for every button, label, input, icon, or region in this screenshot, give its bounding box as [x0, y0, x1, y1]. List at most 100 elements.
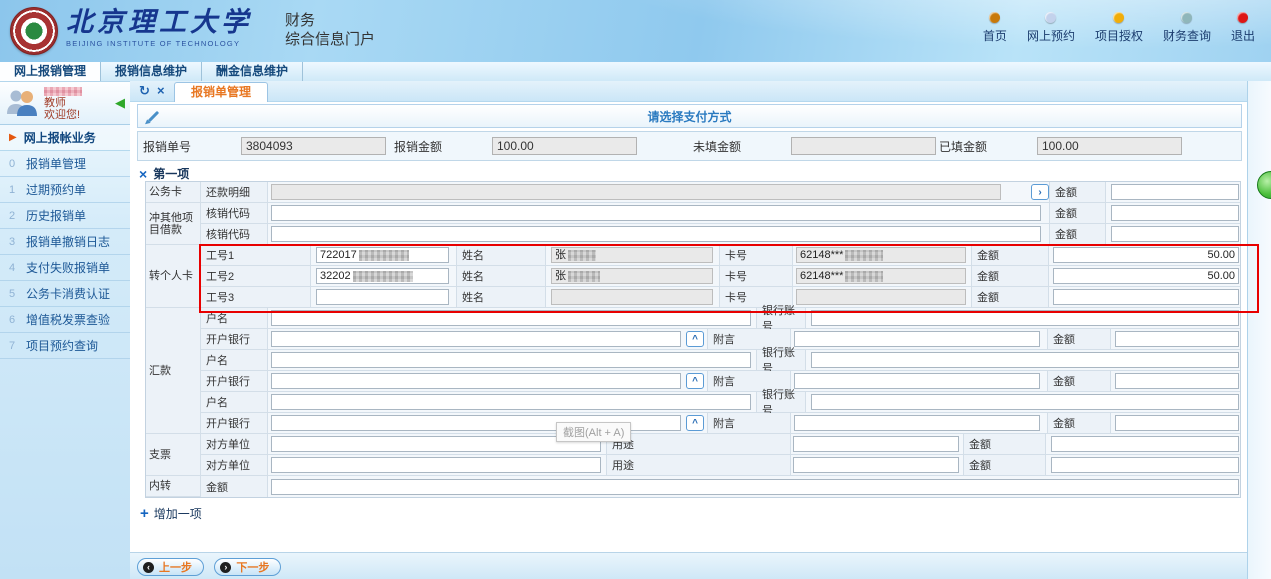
writeoff-code-input-1[interactable]: [271, 205, 1041, 221]
bank-picker-button-3[interactable]: ^: [686, 415, 704, 431]
sidebar: 教师 欢迎您! ◀ ▶ 网上报帐业务 0 报销单管理 1 过期预约单 2 历史报…: [0, 82, 131, 579]
bank-account-input-1[interactable]: [811, 310, 1239, 326]
account-name-input-2[interactable]: [271, 352, 751, 368]
sidebar-item-vat-invoice-check[interactable]: 6 增值税发票查验: [0, 307, 130, 333]
account-name-input-1[interactable]: [271, 310, 751, 326]
counterparty-input-1[interactable]: [271, 436, 601, 452]
plus-icon: +: [140, 507, 149, 521]
employee-name-2-field: 张: [551, 268, 713, 284]
bank-account-input-3[interactable]: [811, 394, 1239, 410]
form-row-repayment-detail: 还款明细 › 金额: [146, 182, 1240, 203]
refresh-icon[interactable]: ↻: [139, 84, 150, 98]
censored-text: [568, 250, 596, 261]
nav-online-booking[interactable]: 网上预约: [1027, 12, 1075, 44]
sidebar-item-reimbursement-mgmt[interactable]: 0 报销单管理: [0, 151, 130, 177]
name-label: 姓名: [456, 266, 546, 286]
form-row-cheque-2: 对方单位 用途 金额: [146, 455, 1240, 476]
transfer-amount-input-1[interactable]: [1053, 247, 1239, 263]
cheque-amount-input-2[interactable]: [1051, 457, 1239, 473]
previous-arrow-icon: ‹: [143, 562, 154, 573]
employee-id-3-field[interactable]: [316, 289, 449, 305]
censored-text: [353, 271, 413, 282]
app-window: 北京理工大学 BEIJING INSTITUTE OF TECHNOLOGY 财…: [0, 0, 1271, 579]
remit-amount-input-2[interactable]: [1115, 373, 1239, 389]
employee-id-1-field[interactable]: 722017: [316, 247, 449, 263]
amount-label: 金额: [1047, 329, 1111, 349]
bank-picker-button-1[interactable]: ^: [686, 331, 704, 347]
account-name-input-3[interactable]: [271, 394, 751, 410]
nav-project-auth[interactable]: 项目授权: [1095, 12, 1143, 44]
purpose-input-2[interactable]: [793, 457, 959, 473]
postscript-input-2[interactable]: [794, 373, 1040, 389]
tab-remuneration-info[interactable]: 酬金信息维护: [202, 62, 303, 81]
sidebar-item-cancel-log[interactable]: 3 报销单撤销日志: [0, 229, 130, 255]
sidebar-item-expired-bookings[interactable]: 1 过期预约单: [0, 177, 130, 203]
section-arrow-icon: ▶: [9, 132, 17, 143]
cheque-amount-input-1[interactable]: [1051, 436, 1239, 452]
group-remittance: 汇款: [146, 308, 201, 434]
deposit-bank-input-1[interactable]: [271, 331, 681, 347]
sidebar-item-failed-payments[interactable]: 4 支付失败报销单: [0, 255, 130, 281]
sidebar-item-project-booking-query[interactable]: 7 项目预约查询: [0, 333, 130, 359]
employee-id-1-label: 工号1: [201, 245, 311, 265]
summary-unfilled-amount: 未填金额: [693, 132, 936, 160]
screenshot-tooltip: 截图(Alt + A): [556, 422, 631, 442]
postscript-input-1[interactable]: [794, 331, 1040, 347]
purpose-input-1[interactable]: [793, 436, 959, 452]
close-tab-icon[interactable]: ×: [157, 84, 165, 98]
item-one-label: 第一项: [153, 165, 189, 182]
card-number-label: 卡号: [719, 245, 793, 265]
amount-label: 金额: [1049, 203, 1106, 223]
counterparty-input-2[interactable]: [271, 457, 601, 473]
repayment-amount-input[interactable]: [1111, 184, 1239, 200]
delete-item-icon[interactable]: ×: [139, 167, 147, 181]
edit-pencil-icon[interactable]: [148, 111, 159, 122]
sidebar-section-online-business[interactable]: ▶ 网上报帐业务: [0, 125, 130, 151]
content-tab-reimbursement-mgmt[interactable]: 报销单管理: [174, 82, 268, 102]
account-name-label: 户名: [201, 350, 268, 370]
writeoff-amount-input-1[interactable]: [1111, 205, 1239, 221]
remit-amount-input-3[interactable]: [1115, 415, 1239, 431]
tab-online-reimbursement[interactable]: 网上报销管理: [0, 62, 101, 81]
transfer-amount-input-2[interactable]: [1053, 268, 1239, 284]
internal-transfer-amount-input[interactable]: [271, 479, 1239, 495]
writeoff-code-input-2[interactable]: [271, 226, 1041, 242]
bank-account-input-2[interactable]: [811, 352, 1239, 368]
postscript-input-3[interactable]: [794, 415, 1040, 431]
writeoff-code-label: 核销代码: [201, 203, 268, 223]
add-item-link[interactable]: + 增加一项: [140, 505, 202, 522]
postscript-label: 附言: [707, 413, 791, 433]
form-row-account-name-2: 户名 银行账号: [146, 350, 1240, 371]
home-dot-icon: [989, 12, 1000, 23]
deposit-bank-input-2[interactable]: [271, 373, 681, 389]
nav-finance-query[interactable]: 财务查询: [1163, 12, 1211, 44]
previous-step-button[interactable]: ‹ 上一步: [137, 558, 204, 576]
censored-text: [359, 250, 409, 261]
remit-amount-input-1[interactable]: [1115, 331, 1239, 347]
form-row-bank-3: 开户银行 ^ 附言 金额: [146, 413, 1240, 434]
module-tabs: 网上报销管理 报销信息维护 酬金信息维护: [0, 62, 1271, 82]
sidebar-item-history-forms[interactable]: 2 历史报销单: [0, 203, 130, 229]
amount-label: 金额: [971, 266, 1049, 286]
total-amount-value: 100.00: [492, 137, 637, 155]
bank-picker-button-2[interactable]: ^: [686, 373, 704, 389]
counterparty-label: 对方单位: [201, 455, 268, 475]
transfer-amount-input-3[interactable]: [1053, 289, 1239, 305]
summary-total-amount: 报销金额 100.00: [394, 132, 637, 160]
writeoff-amount-input-2[interactable]: [1111, 226, 1239, 242]
form-row-internal-transfer: 金额: [146, 476, 1240, 497]
group-offset-other-project-loan: 冲其他项目借款: [146, 203, 201, 245]
sidebar-collapse-icon[interactable]: ◀: [115, 95, 125, 111]
expand-detail-button[interactable]: ›: [1031, 184, 1049, 200]
sidebar-item-card-certification[interactable]: 5 公务卡消费认证: [0, 281, 130, 307]
nav-logout[interactable]: 退出: [1231, 12, 1255, 44]
form-row-writeoff-code-2: 核销代码 金额: [146, 224, 1240, 245]
summary-form-number: 报销单号 3804093: [143, 132, 386, 160]
bit-emblem-logo: [10, 7, 58, 55]
employee-id-2-field[interactable]: 32202: [316, 268, 449, 284]
university-name-en: BEIJING INSTITUTE OF TECHNOLOGY: [66, 39, 252, 48]
next-step-button[interactable]: › 下一步: [214, 558, 281, 576]
bottom-action-bar: ‹ 上一步 › 下一步: [130, 552, 1247, 579]
tab-reimbursement-info[interactable]: 报销信息维护: [101, 62, 202, 81]
nav-home[interactable]: 首页: [983, 12, 1007, 44]
